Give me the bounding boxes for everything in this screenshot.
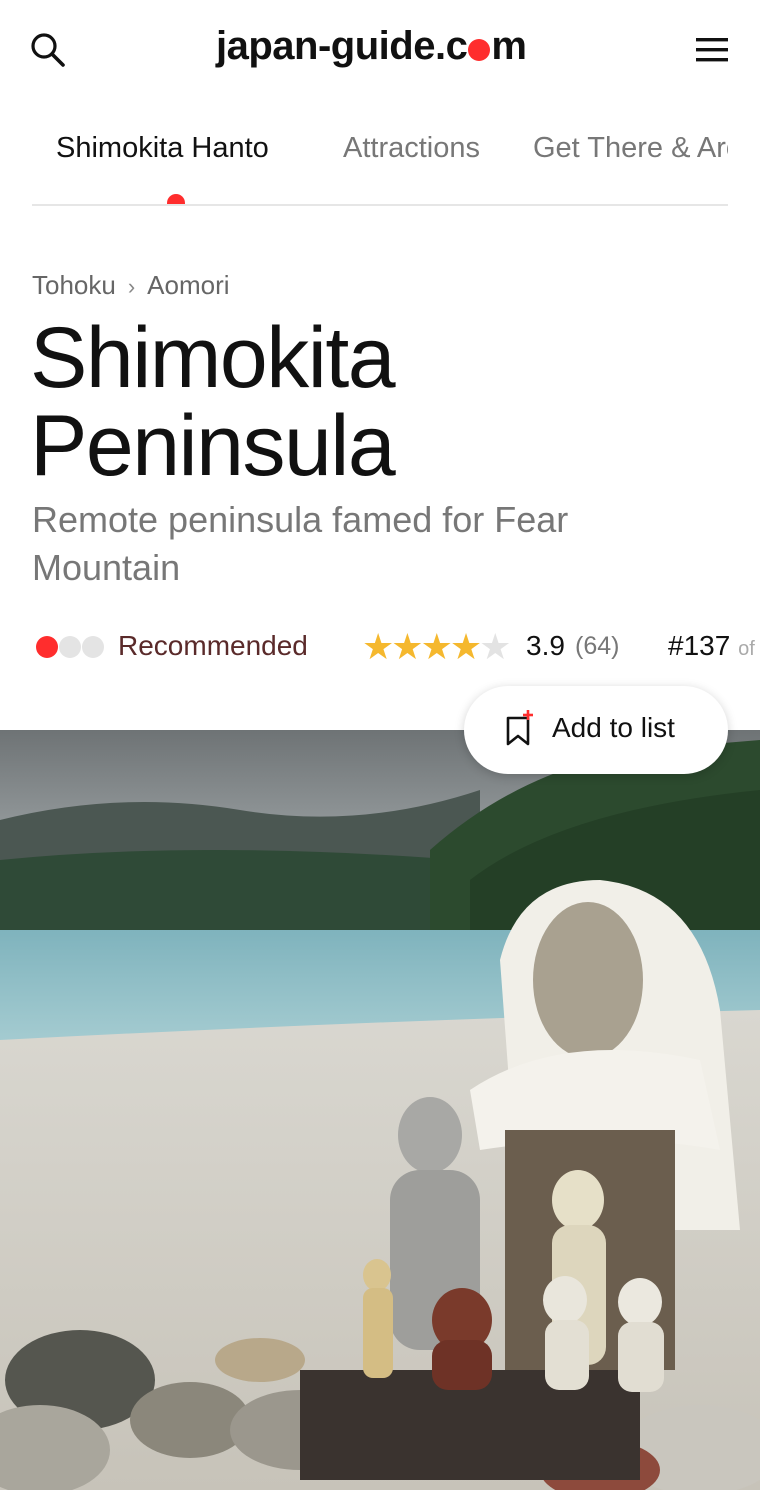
menu-button[interactable] bbox=[692, 32, 732, 68]
logo-dot bbox=[468, 39, 491, 61]
photo-jizo-statues-lakeshore bbox=[0, 730, 760, 1490]
star-icon: ★ bbox=[449, 626, 482, 667]
star-icon: ★ bbox=[420, 626, 453, 667]
site-header: japan-guide.c m bbox=[0, 0, 760, 100]
recommendation-label[interactable]: Recommended bbox=[118, 630, 308, 662]
page-title: Shimokita Peninsula bbox=[30, 314, 670, 490]
hero-image[interactable] bbox=[0, 730, 760, 1490]
search-icon bbox=[31, 33, 65, 67]
bookmark-plus-icon bbox=[506, 710, 533, 746]
star-icon: ★ bbox=[391, 626, 423, 667]
tab-attractions[interactable]: Attractions bbox=[343, 132, 480, 165]
logo-text-suffix: m bbox=[491, 24, 527, 68]
page-title-line-2: Peninsula bbox=[30, 398, 396, 494]
tab-get-there-around[interactable]: Get There & Around bbox=[533, 132, 728, 165]
recommendation-dot bbox=[82, 636, 104, 658]
section-tabs: Shimokita Hanto Attractions Get There & … bbox=[32, 108, 728, 206]
popularity-rank[interactable]: #137 of bbox=[668, 630, 755, 662]
active-tab-indicator bbox=[167, 194, 185, 204]
breadcrumb-tohoku[interactable]: Tohoku bbox=[32, 270, 116, 300]
add-to-list-button[interactable]: Add to list bbox=[464, 686, 728, 774]
logo-text-prefix: japan-guide.c bbox=[216, 24, 468, 68]
breadcrumb-separator: › bbox=[127, 274, 136, 299]
rating-score: 3.9 bbox=[526, 630, 565, 661]
recommendation-dots bbox=[36, 636, 106, 660]
rank-number: #137 bbox=[668, 630, 731, 661]
search-button[interactable] bbox=[28, 30, 68, 70]
recommendation-dot bbox=[36, 636, 58, 658]
star-icon: ★ bbox=[479, 626, 511, 667]
recommendation-dot bbox=[59, 636, 81, 658]
page: japan-guide.c m Shimokita Hanto Attractio… bbox=[0, 0, 760, 1490]
star-rating[interactable]: ★★★★★ bbox=[362, 626, 511, 668]
rating-row: Recommended ★★★★★ 3.9 (64) #137 of bbox=[32, 626, 760, 672]
breadcrumb-aomori[interactable]: Aomori bbox=[147, 270, 229, 300]
hamburger-menu-icon bbox=[696, 38, 728, 62]
page-subtitle: Remote peninsula famed for Fear Mountain bbox=[32, 499, 569, 588]
add-to-list-label: Add to list bbox=[552, 712, 675, 743]
rank-of-label: of bbox=[738, 638, 755, 660]
page-title-line-1: Shimokita bbox=[30, 310, 396, 406]
site-logo[interactable]: japan-guide.c m bbox=[216, 24, 527, 69]
tab-shimokita-hanto[interactable]: Shimokita Hanto bbox=[56, 132, 269, 165]
breadcrumb: Tohoku › Aomori bbox=[32, 270, 230, 301]
star-icon: ★ bbox=[362, 626, 394, 667]
rating-count: (64) bbox=[575, 632, 620, 660]
